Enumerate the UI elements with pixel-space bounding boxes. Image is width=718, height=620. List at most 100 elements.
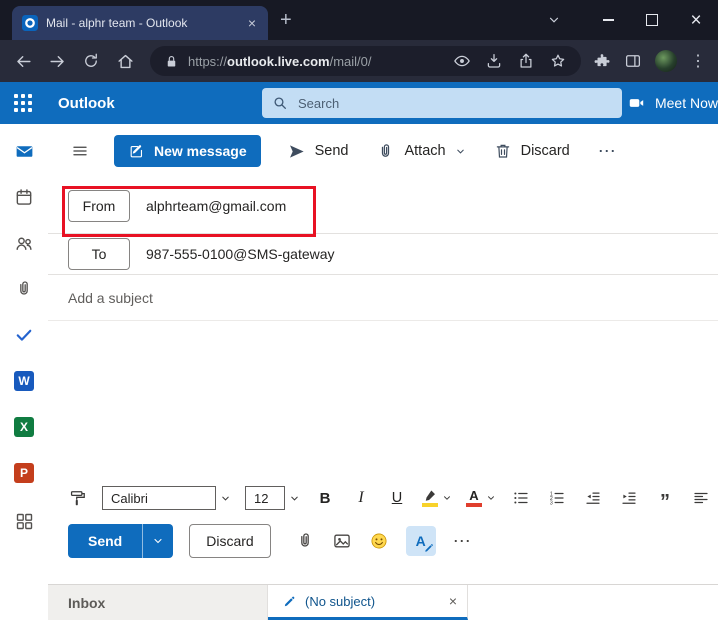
from-button[interactable]: From	[68, 189, 130, 222]
extensions-puzzle-icon[interactable]	[593, 52, 611, 70]
browser-tab[interactable]: Mail - alphr team - Outlook ×	[12, 6, 268, 40]
calendar-icon	[16, 189, 32, 205]
outlook-header: Outlook Meet Now	[0, 82, 718, 124]
discard-button-label: Discard	[206, 533, 254, 549]
tab-search-button[interactable]	[534, 0, 574, 40]
reload-button[interactable]	[76, 46, 106, 76]
underline-button[interactable]: U	[386, 486, 408, 510]
send-button[interactable]: Send	[68, 524, 143, 558]
browser-navbar: https://outlook.live.com/mail/0/ ⋮	[0, 40, 718, 82]
attach-command[interactable]: Attach	[376, 142, 465, 161]
new-message-button[interactable]: New message	[114, 135, 261, 167]
insert-image-icon[interactable]	[332, 531, 352, 551]
install-download-icon[interactable]	[485, 52, 503, 70]
format-painter-button[interactable]	[66, 486, 88, 510]
url-host: outlook.live.com	[227, 53, 330, 69]
draft-tab-label: (No subject)	[305, 593, 376, 609]
emoji-smiley-icon[interactable]	[369, 531, 389, 551]
close-window-button[interactable]: ×	[674, 0, 718, 40]
trash-icon	[496, 144, 509, 158]
bullet-list-button[interactable]	[510, 486, 532, 510]
font-size-combo[interactable]: 12	[245, 486, 300, 510]
share-icon[interactable]	[517, 52, 535, 70]
font-name-combo[interactable]: Calibri	[102, 486, 231, 510]
outlook-favicon-icon	[22, 15, 38, 31]
back-button[interactable]	[8, 46, 38, 76]
new-tab-button[interactable]: +	[280, 10, 292, 30]
rail-excel-button[interactable]: X	[0, 404, 48, 450]
tab-close-icon[interactable]: ×	[244, 15, 260, 31]
meet-now-button[interactable]: Meet Now	[628, 82, 718, 124]
rail-people-button[interactable]	[0, 220, 48, 266]
rail-attachments-button[interactable]	[0, 266, 48, 312]
chevron-down-icon[interactable]	[486, 493, 496, 503]
eye-icon[interactable]	[453, 52, 471, 70]
draw-ink-button[interactable]: A	[405, 526, 436, 556]
indent-button[interactable]	[618, 486, 640, 510]
minimize-button[interactable]	[586, 0, 630, 40]
discard-button[interactable]: Discard	[189, 524, 271, 558]
more-options-icon[interactable]: ⋯	[453, 531, 473, 552]
attach-file-icon[interactable]	[295, 531, 315, 551]
maximize-button[interactable]	[630, 0, 674, 40]
rail-word-button[interactable]: W	[0, 358, 48, 404]
rail-powerpoint-button[interactable]: P	[0, 450, 48, 496]
discard-command[interactable]: Discard	[494, 142, 570, 160]
search-input[interactable]	[296, 94, 612, 112]
app-launcher-waffle-icon[interactable]	[14, 94, 32, 112]
home-icon	[117, 54, 133, 68]
folder-label: Inbox	[68, 594, 106, 611]
maximize-icon	[646, 14, 658, 26]
bold-button[interactable]: B	[314, 486, 336, 510]
chevron-down-icon[interactable]	[220, 493, 231, 504]
workspace: W X P New message Send Attach Discard ⋯ …	[0, 124, 718, 620]
draft-pen-icon	[284, 596, 295, 606]
svg-text:3: 3	[550, 500, 553, 506]
draft-tab-close-icon[interactable]: ×	[449, 593, 457, 609]
profile-avatar[interactable]	[655, 50, 677, 72]
message-body[interactable]	[48, 321, 718, 480]
chevron-down-icon[interactable]	[289, 493, 300, 504]
more-commands-icon[interactable]: ⋯	[598, 141, 618, 162]
alignment-button[interactable]	[690, 486, 712, 510]
rail-todo-button[interactable]	[0, 312, 48, 358]
bullet-list-icon	[514, 492, 528, 504]
rail-mail-button[interactable]	[0, 128, 48, 174]
draft-tab[interactable]: (No subject) ×	[268, 585, 468, 620]
from-button-label: From	[82, 197, 116, 214]
mail-icon	[16, 145, 32, 157]
browser-menu-kebab-icon[interactable]: ⋮	[690, 51, 706, 71]
formatting-toolbar: Calibri 12 B I U A 1 2 3 ”	[48, 480, 718, 516]
numbered-list-button[interactable]: 123	[546, 486, 568, 510]
powerpoint-icon: P	[14, 463, 34, 483]
chevron-down-icon	[549, 17, 559, 23]
subject-input[interactable]	[48, 289, 718, 306]
close-icon: ×	[690, 9, 702, 31]
address-bar[interactable]: https://outlook.live.com/mail/0/	[150, 46, 581, 76]
rail-more-apps-button[interactable]	[0, 498, 48, 544]
paperclip-icon	[20, 281, 28, 295]
send-options-button[interactable]	[142, 524, 174, 558]
to-address[interactable]: 987-555-0100@SMS-gateway	[146, 246, 335, 262]
search-box[interactable]	[262, 88, 622, 118]
to-button[interactable]: To	[68, 238, 130, 270]
todo-check-icon	[16, 329, 32, 341]
send-command[interactable]: Send	[287, 142, 348, 161]
quote-button[interactable]: ”	[654, 486, 676, 512]
italic-button[interactable]: I	[350, 486, 372, 510]
apps-grid-icon	[16, 513, 32, 529]
outdent-button[interactable]	[582, 486, 604, 510]
forward-button[interactable]	[42, 46, 72, 76]
from-address[interactable]: alphrteam@gmail.com	[146, 198, 286, 214]
highlight-button[interactable]	[422, 489, 452, 507]
rail-calendar-button[interactable]	[0, 174, 48, 220]
chevron-down-icon[interactable]	[442, 493, 452, 503]
collapse-nav-button[interactable]	[68, 139, 92, 163]
camera-icon	[629, 99, 644, 107]
bookmark-star-icon[interactable]	[549, 52, 567, 70]
inbox-list-header[interactable]: Inbox	[48, 585, 268, 620]
side-panel-icon[interactable]	[624, 52, 642, 70]
font-color-button[interactable]: A	[466, 489, 496, 507]
home-button[interactable]	[110, 46, 140, 76]
left-app-rail: W X P	[0, 124, 48, 620]
